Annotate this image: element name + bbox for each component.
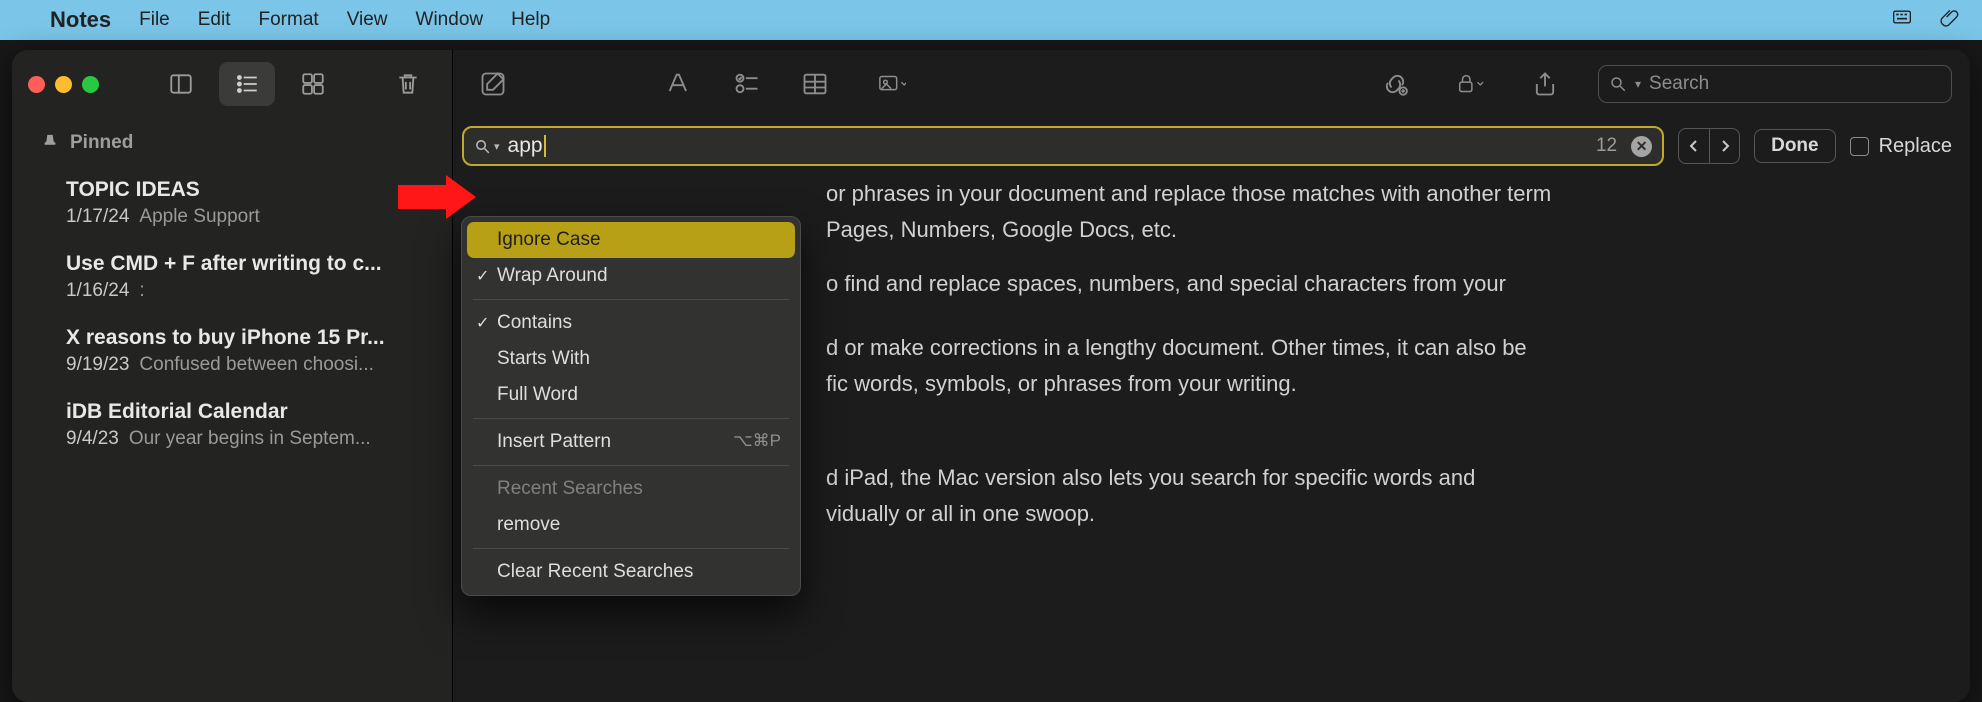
- replace-toggle[interactable]: Replace: [1850, 135, 1952, 158]
- note-date: 9/19/23: [66, 354, 129, 375]
- search-icon: [1609, 75, 1627, 93]
- menu-window[interactable]: Window: [416, 9, 484, 31]
- toolbar-search-field[interactable]: ▾ Search: [1598, 65, 1952, 103]
- list-view-button[interactable]: [219, 62, 275, 106]
- close-window-button[interactable]: [28, 76, 45, 93]
- note-date: 1/17/24: [66, 206, 129, 227]
- menu-format[interactable]: Format: [259, 9, 319, 31]
- pinned-label: Pinned: [70, 132, 133, 154]
- new-note-button[interactable]: [470, 64, 516, 104]
- link-note-button[interactable]: [1372, 64, 1418, 104]
- find-nav-buttons: [1678, 128, 1740, 164]
- find-input-field[interactable]: ▾ app 12 ✕: [462, 126, 1664, 166]
- replace-label: Replace: [1879, 135, 1952, 158]
- menu-edit[interactable]: Edit: [198, 9, 231, 31]
- note-preview: Confused between choosi...: [139, 354, 374, 375]
- dd-full-word[interactable]: Full Word: [467, 377, 795, 413]
- note-title: Use CMD + F after writing to c...: [66, 252, 430, 276]
- media-button[interactable]: [860, 64, 924, 104]
- checklist-button[interactable]: [724, 64, 770, 104]
- clear-find-button[interactable]: ✕: [1631, 136, 1652, 157]
- find-match-count: 12: [1596, 135, 1617, 157]
- note-preview: :: [139, 280, 144, 301]
- traffic-lights: [28, 76, 99, 93]
- note-item[interactable]: Use CMD + F after writing to c... 1/16/2…: [12, 240, 452, 314]
- menu-file[interactable]: File: [139, 9, 170, 31]
- macos-menubar: Notes File Edit Format View Window Help: [0, 0, 1982, 40]
- note-preview: Our year begins in Septem...: [129, 428, 371, 449]
- find-search-icon[interactable]: ▾: [474, 138, 500, 155]
- note-date: 9/4/23: [66, 428, 119, 449]
- toggle-sidebar-button[interactable]: [153, 62, 209, 106]
- share-button[interactable]: [1522, 64, 1568, 104]
- find-options-dropdown: Ignore Case ✓Wrap Around ✓Contains Start…: [461, 216, 801, 596]
- note-item[interactable]: X reasons to buy iPhone 15 Pr... 9/19/23…: [12, 314, 452, 388]
- sidebar: Pinned TOPIC IDEAS 1/17/24Apple Support …: [12, 50, 452, 702]
- format-text-button[interactable]: [656, 64, 702, 104]
- find-next-button[interactable]: [1709, 129, 1739, 163]
- annotation-arrow-icon: [398, 175, 476, 224]
- dd-ignore-case[interactable]: Ignore Case: [467, 222, 795, 258]
- dd-contains[interactable]: ✓Contains: [467, 305, 795, 341]
- toolbar-search-placeholder: Search: [1649, 73, 1709, 95]
- table-button[interactable]: [792, 64, 838, 104]
- find-bar: ▾ app 12 ✕ Done Replace: [452, 118, 1970, 172]
- editor-toolbar: ▾ Search: [452, 50, 1970, 118]
- delete-note-button[interactable]: [380, 62, 436, 106]
- dd-starts-with[interactable]: Starts With: [467, 341, 795, 377]
- zoom-window-button[interactable]: [82, 76, 99, 93]
- menu-help[interactable]: Help: [511, 9, 550, 31]
- paperclip-icon[interactable]: [1940, 7, 1960, 33]
- dd-insert-pattern-keys: ⌥⌘P: [733, 431, 781, 453]
- find-prev-button[interactable]: [1679, 129, 1709, 163]
- lock-note-button[interactable]: [1440, 64, 1500, 104]
- menu-view[interactable]: View: [347, 9, 388, 31]
- app-menu[interactable]: Notes: [50, 7, 111, 33]
- note-title: TOPIC IDEAS: [66, 178, 430, 202]
- keyboard-viewer-icon[interactable]: [1892, 7, 1912, 33]
- dd-wrap-around[interactable]: ✓Wrap Around: [467, 258, 795, 294]
- dd-recent-item[interactable]: remove: [467, 507, 795, 543]
- note-date: 1/16/24: [66, 280, 129, 301]
- minimize-window-button[interactable]: [55, 76, 72, 93]
- note-title: X reasons to buy iPhone 15 Pr...: [66, 326, 430, 350]
- find-done-button[interactable]: Done: [1754, 129, 1836, 163]
- note-title: iDB Editorial Calendar: [66, 400, 430, 424]
- pinned-section-header: Pinned: [12, 118, 452, 160]
- dd-recent-label: Recent Searches: [467, 471, 795, 507]
- find-input-value: app: [508, 134, 1588, 158]
- notes-window: Pinned TOPIC IDEAS 1/17/24Apple Support …: [12, 50, 1970, 702]
- sidebar-toolbar: [12, 50, 452, 118]
- dd-insert-pattern[interactable]: Insert Pattern ⌥⌘P: [467, 424, 795, 460]
- note-item[interactable]: TOPIC IDEAS 1/17/24 Apple Support: [12, 166, 452, 240]
- replace-checkbox[interactable]: [1850, 137, 1869, 156]
- note-item[interactable]: iDB Editorial Calendar 9/4/23 Our year be…: [12, 388, 452, 462]
- dd-clear-recent[interactable]: Clear Recent Searches: [467, 554, 795, 590]
- note-preview: Apple Support: [139, 206, 259, 227]
- gallery-view-button[interactable]: [285, 62, 341, 106]
- editor-pane: ▾ Search ▾ app 12 ✕: [452, 50, 1970, 702]
- pin-icon: [42, 134, 58, 152]
